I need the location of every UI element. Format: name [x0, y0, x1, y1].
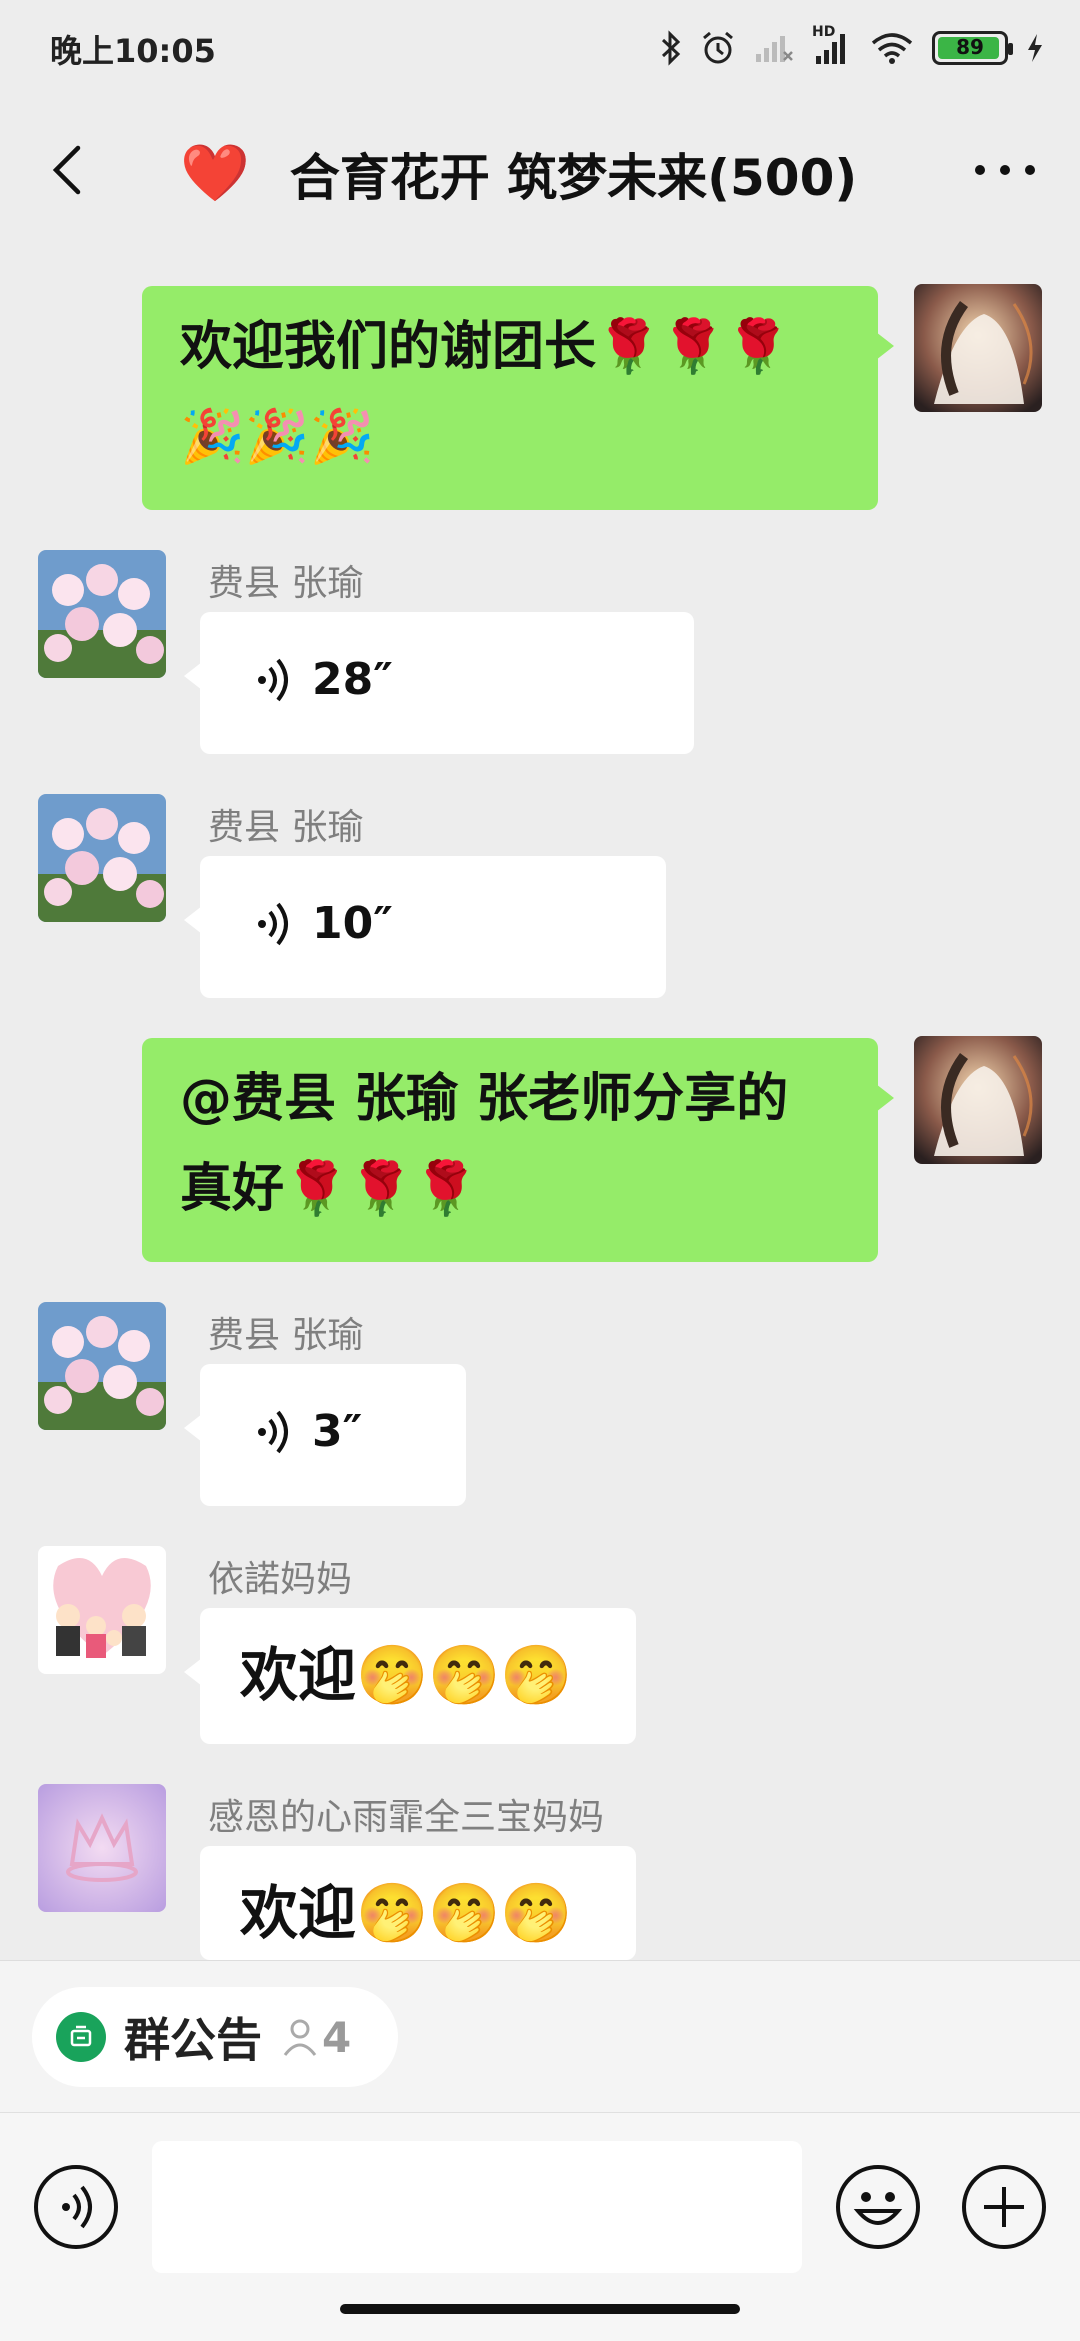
group-notice-bar: 群公告 4: [0, 1960, 1080, 2113]
alarm-icon: [703, 31, 733, 64]
sender-name: 费县 张瑜: [208, 563, 364, 604]
group-notice-button[interactable]: 群公告 4: [32, 1987, 398, 2087]
chat-title: ❤️ 合育花开 筑梦未来(500): [180, 138, 857, 210]
battery-icon: 89: [932, 31, 1013, 65]
voice-wave-icon: [258, 902, 288, 945]
hd-signal-icon: HD: [812, 24, 852, 66]
message-bubble-self[interactable]: @费县 张瑜 张老师分享的真好🌹🌹🌹: [142, 1038, 894, 1262]
voice-input-button[interactable]: [34, 2165, 118, 2249]
battery-level: 89: [956, 35, 984, 59]
notice-icon: [56, 2012, 106, 2062]
notice-count: 4: [282, 2013, 351, 2062]
notice-count-value: 4: [322, 2012, 352, 2062]
add-button[interactable]: [962, 2165, 1046, 2249]
message-bubble-self[interactable]: 欢迎我们的谢团长🌹🌹🌹🎉🎉🎉: [142, 286, 894, 510]
charging-icon: [1028, 34, 1042, 62]
message-input[interactable]: [152, 2141, 802, 2273]
voice-wave-icon: [258, 658, 288, 701]
status-icons: HD 89: [660, 24, 1044, 70]
message-bubble[interactable]: 欢迎🤭🤭🤭: [200, 1846, 636, 1960]
voice-wave-icon: [258, 1410, 288, 1453]
voice-duration: 28″: [312, 654, 393, 705]
signal-x-icon: [756, 36, 793, 62]
heart-emoji: ❤️: [180, 141, 250, 206]
sender-name: 感恩的心雨霏全三宝妈妈: [208, 1797, 605, 1838]
voice-message[interactable]: 28″: [184, 612, 694, 754]
sender-name: 依諾妈妈: [208, 1559, 353, 1600]
voice-duration: 10″: [312, 898, 393, 949]
status-bar: 晚上10:05 HD 89: [0, 0, 1080, 96]
group-name: 合育花开 筑梦未来(500): [289, 149, 858, 207]
smiley-icon: [853, 2192, 903, 2225]
plus-icon: [984, 2187, 1024, 2227]
avatar-sender[interactable]: [38, 794, 166, 922]
notice-label: 群公告: [124, 2013, 262, 2067]
message-text: @费县 张瑜 张老师分享的真好🌹🌹🌹: [180, 1069, 789, 1219]
avatar-sender[interactable]: [38, 1784, 166, 1912]
more-dots-icon[interactable]: [970, 150, 1040, 190]
message-text: 欢迎🤭🤭🤭: [240, 1641, 573, 1709]
wifi-icon: [871, 33, 913, 64]
message-bubble[interactable]: 欢迎🤭🤭🤭: [184, 1608, 636, 1744]
emoji-button[interactable]: [836, 2165, 920, 2249]
chat-header: ❤️ 合育花开 筑梦未来(500): [0, 100, 1080, 246]
chevron-left-icon[interactable]: [40, 140, 100, 200]
voice-icon: [62, 2185, 92, 2229]
avatar-self[interactable]: [914, 1036, 1042, 1164]
avatar-sender[interactable]: [38, 550, 166, 678]
person-icon: [283, 2019, 317, 2056]
sender-name: 费县 张瑜: [208, 807, 364, 848]
home-indicator[interactable]: [340, 2304, 740, 2314]
voice-message[interactable]: 3″: [184, 1364, 466, 1506]
message-text: 欢迎🤭🤭🤭: [240, 1879, 573, 1947]
voice-message[interactable]: 10″: [184, 856, 666, 998]
avatar-sender[interactable]: [38, 1302, 166, 1430]
bluetooth-icon: [661, 30, 681, 66]
sender-name: 费县 张瑜: [208, 1315, 364, 1356]
status-time: 晚上10:05: [50, 32, 216, 70]
voice-duration: 3″: [312, 1406, 363, 1457]
avatar-sender[interactable]: [38, 1546, 166, 1674]
message-text: 欢迎我们的谢团长🌹🌹🌹🎉🎉🎉: [180, 317, 791, 467]
avatar-self[interactable]: [914, 284, 1042, 412]
